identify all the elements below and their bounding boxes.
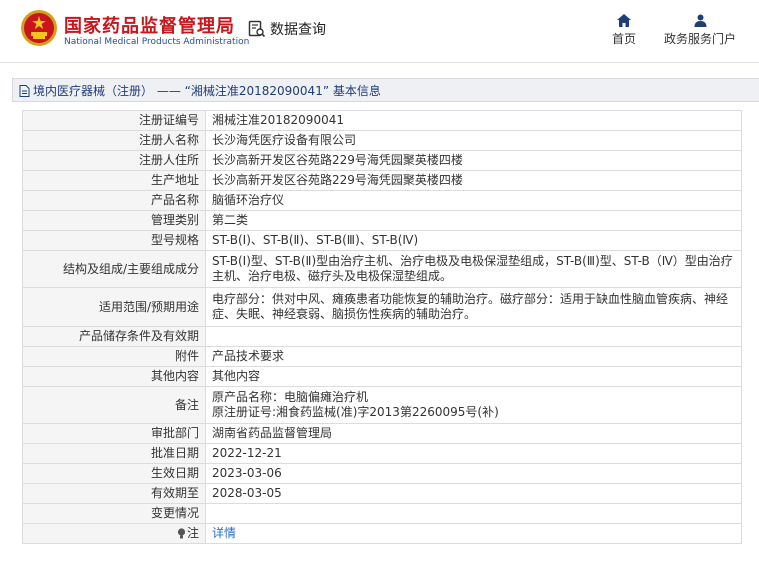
row-value: 脑循环治疗仪 [205,190,742,211]
data-query-link[interactable]: 数据查询 [248,19,326,39]
row-label: 型号规格 [22,230,206,251]
data-query-label: 数据查询 [270,22,326,38]
table-row: 生效日期 2023-03-06 [22,463,742,484]
table-row: 备注 原产品名称：电脑偏瘫治疗机 原注册证号:湘食药监械(准)字2013第22600… [22,386,742,424]
row-label: 适用范围/预期用途 [22,287,206,327]
table-row: 其他内容 其他内容 [22,366,742,387]
row-value: 产品技术要求 [205,346,742,367]
row-label: 管理类别 [22,210,206,231]
national-emblem-icon [21,10,57,46]
table-row: 产品储存条件及有效期 [22,326,742,347]
row-label: 注册人住所 [22,150,206,171]
brand-subtitle: National Medical Products Administration [64,37,250,47]
row-value: 长沙高新开发区谷苑路229号海凭园聚英楼四楼 [205,150,742,171]
row-label: 附件 [22,346,206,367]
row-value: 其他内容 [205,366,742,387]
table-row: 附件 产品技术要求 [22,346,742,367]
lightbulb-icon [177,528,186,539]
table-row: 适用范围/预期用途 电疗部分：供对中风、瘫痪患者功能恢复的辅助治疗。磁疗部分：适用… [22,287,742,327]
row-value: 长沙高新开发区谷苑路229号海凭园聚英楼四楼 [205,170,742,191]
row-label: 注册证编号 [22,110,206,131]
detail-table: 注册证编号 湘械注准20182090041 注册人名称 长沙海凭医疗设备有限公司 注… [22,110,742,544]
row-value: 第二类 [205,210,742,231]
row-label: 审批部门 [22,423,206,444]
row-label: 批准日期 [22,443,206,464]
detail-table-wrap: 注册证编号 湘械注准20182090041 注册人名称 长沙海凭医疗设备有限公司 注… [22,110,742,544]
row-value: 详情 [205,523,742,544]
table-row: 生产地址 长沙高新开发区谷苑路229号海凭园聚英楼四楼 [22,170,742,191]
data-search-icon [248,20,266,38]
row-value: 2023-03-06 [205,463,742,484]
table-row: 注册证编号 湘械注准20182090041 [22,110,742,131]
note-label: 注 [186,526,199,540]
breadcrumb-text: 境内医疗器械（注册） —— “湘械注准20182090041” 基本信息 [33,84,381,98]
table-row: 变更情况 [22,503,742,524]
nav-home[interactable]: 首页 [610,14,638,47]
table-row: 审批部门 湖南省药品监督管理局 [22,423,742,444]
table-row: 注详情 [22,523,742,544]
row-value: 电疗部分：供对中风、瘫痪患者功能恢复的辅助治疗。磁疗部分：适用于缺血性脑血管疾病… [205,287,742,327]
table-row: 有效期至 2028-03-05 [22,483,742,504]
row-value: 2028-03-05 [205,483,742,504]
row-value: ST-B(Ⅰ)、ST-B(Ⅱ)、ST-B(Ⅲ)、ST-B(Ⅳ) [205,230,742,251]
table-row: 型号规格 ST-B(Ⅰ)、ST-B(Ⅱ)、ST-B(Ⅲ)、ST-B(Ⅳ) [22,230,742,251]
row-label: 生产地址 [22,170,206,191]
table-row: 结构及组成/主要组成成分 ST-B(Ⅰ)型、ST-B(Ⅱ)型由治疗主机、治疗电极及… [22,250,742,288]
row-label: 结构及组成/主要组成成分 [22,250,206,288]
row-value: ST-B(Ⅰ)型、ST-B(Ⅱ)型由治疗主机、治疗电极及电极保湿垫组成，ST-B… [205,250,742,288]
brand-title: 国家药品监督管理局 [64,16,235,37]
site-header: 国家药品监督管理局 National Medical Products Admi… [0,0,759,63]
row-label: 注册人名称 [22,130,206,151]
remark-line: 原产品名称：电脑偏瘫治疗机 [212,390,369,404]
row-value: 湘械注准20182090041 [205,110,742,131]
row-value: 原产品名称：电脑偏瘫治疗机 原注册证号:湘食药监械(准)字2013第2260095… [205,386,742,424]
details-link[interactable]: 详情 [212,526,236,540]
row-label: 有效期至 [22,483,206,504]
row-value: 长沙海凭医疗设备有限公司 [205,130,742,151]
row-value [205,326,742,347]
table-row: 注册人住所 长沙高新开发区谷苑路229号海凭园聚英楼四楼 [22,150,742,171]
nav-home-label: 首页 [611,32,636,46]
table-row: 注册人名称 长沙海凭医疗设备有限公司 [22,130,742,151]
row-value [205,503,742,524]
row-label: 其他内容 [22,366,206,387]
nav-portal-label: 政务服务门户 [663,32,736,46]
row-value: 2022-12-21 [205,443,742,464]
nav-portal[interactable]: 政务服务门户 [660,14,740,47]
table-row: 管理类别 第二类 [22,210,742,231]
row-label-note: 注 [22,523,206,544]
user-icon [694,14,706,27]
remark-line: 原注册证号:湘食药监械(准)字2013第2260095号(补) [212,405,499,419]
row-label: 备注 [22,386,206,424]
table-row: 产品名称 脑循环治疗仪 [22,190,742,211]
table-row: 批准日期 2022-12-21 [22,443,742,464]
row-label: 生效日期 [22,463,206,484]
row-label: 产品名称 [22,190,206,211]
row-label: 产品储存条件及有效期 [22,326,206,347]
row-label: 变更情况 [22,503,206,524]
row-value: 湖南省药品监督管理局 [205,423,742,444]
document-icon [19,85,30,97]
home-icon [617,14,631,27]
breadcrumb: 境内医疗器械（注册） —— “湘械注准20182090041” 基本信息 [12,78,759,102]
